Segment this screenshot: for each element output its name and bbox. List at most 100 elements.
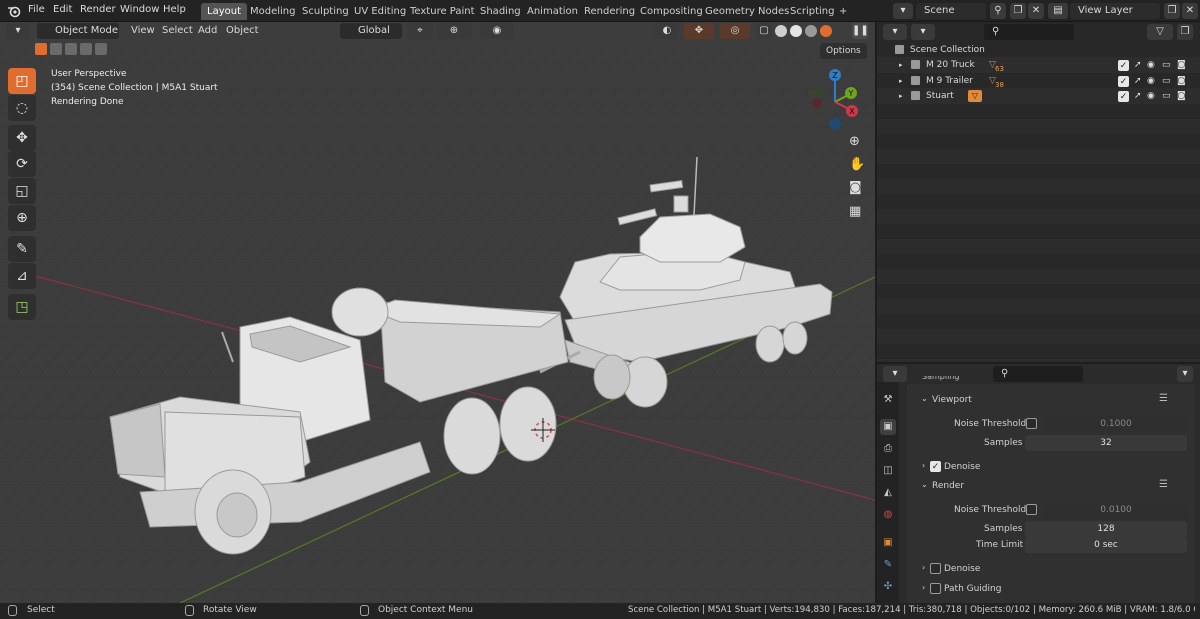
particles-tab-icon[interactable]: ✣ [880, 579, 896, 595]
scale-tool[interactable]: ◱ [8, 178, 36, 204]
selectable-icon[interactable]: ➚ [1134, 57, 1142, 73]
add-workspace-button[interactable]: + [833, 3, 853, 20]
add-cube-tool[interactable]: ◳ [8, 294, 36, 320]
delete-view-layer-icon[interactable]: ✕ [1182, 3, 1198, 19]
render-tab-icon[interactable]: ▣ [880, 419, 896, 435]
output-tab-icon[interactable]: ⎙ [880, 441, 896, 457]
view-layer-icon[interactable]: ▤ [1048, 3, 1068, 19]
transform-tool[interactable]: ⊕ [8, 205, 36, 231]
viewport-samples-field[interactable]: 32 [1025, 435, 1187, 451]
presets-icon[interactable]: ☰ [1159, 479, 1168, 490]
new-scene-icon[interactable]: ❐ [1010, 3, 1026, 19]
properties-editor-type-icon[interactable]: ▾ [883, 366, 907, 382]
cursor-tool[interactable]: ◌ [8, 95, 36, 121]
rendered-shading-icon[interactable] [820, 25, 832, 37]
tab-modeling[interactable]: Modeling [244, 3, 302, 20]
filter-icon[interactable]: ▽ [1147, 24, 1173, 40]
tab-shading[interactable]: Shading [474, 3, 527, 20]
render-camera-icon[interactable]: ◙ [1177, 88, 1186, 104]
time-limit-field[interactable]: 0 sec [1025, 537, 1187, 553]
render-collapse-icon[interactable]: ⌄ [921, 480, 928, 489]
editor-type-icon[interactable]: ▾ [6, 23, 30, 39]
select-box-tool[interactable]: ◰ [8, 68, 36, 94]
exclude-checkbox[interactable]: ✓ [1118, 60, 1129, 71]
eye-icon[interactable]: ◉ [1147, 73, 1155, 89]
properties-search-input[interactable]: ⚲ [993, 366, 1083, 382]
viewport-denoise-checkbox[interactable]: ✓ [930, 461, 941, 472]
blender-logo-icon[interactable] [7, 4, 21, 18]
menu-window[interactable]: Window [120, 4, 159, 15]
modifier-tab-icon[interactable]: ✎ [880, 557, 896, 573]
select-mode-extend-icon[interactable] [50, 43, 62, 55]
expand-arrow-icon[interactable]: ▸ [899, 88, 903, 104]
world-tab-icon[interactable]: ◍ [880, 507, 896, 523]
tab-texture-paint[interactable]: Texture Paint [404, 3, 481, 20]
render-camera-icon[interactable]: ◙ [1177, 57, 1186, 73]
selectable-icon[interactable]: ➚ [1134, 88, 1142, 104]
zoom-icon[interactable]: ⊕ [849, 134, 860, 149]
tab-geometry-nodes[interactable]: Geometry Nodes [699, 3, 795, 20]
viewport-noise-threshold-field[interactable]: 0.1000 [1045, 416, 1187, 432]
tab-animation[interactable]: Animation [521, 3, 584, 20]
selectable-icon[interactable]: ➚ [1134, 73, 1142, 89]
new-view-layer-icon[interactable]: ❐ [1164, 3, 1180, 19]
material-shading-icon[interactable] [805, 25, 817, 37]
new-collection-icon[interactable]: ❐ [1177, 24, 1193, 40]
proportional-edit-icon[interactable]: ◉ [480, 23, 514, 39]
tab-layout[interactable]: Layout [201, 3, 247, 20]
select-mode-invert-icon[interactable] [80, 43, 92, 55]
exclude-checkbox[interactable]: ✓ [1118, 91, 1129, 102]
viewport-denoise-expand-icon[interactable]: › [922, 461, 925, 470]
viewport-noise-threshold-checkbox[interactable] [1026, 418, 1037, 429]
expand-arrow-icon[interactable]: ▸ [899, 57, 903, 73]
object-tab-icon[interactable]: ▣ [880, 535, 896, 551]
presets-icon[interactable]: ☰ [1159, 393, 1168, 404]
properties-options-icon[interactable]: ▾ [1177, 366, 1193, 382]
tool-tab-icon[interactable]: ⚒ [880, 392, 896, 408]
monitor-icon[interactable]: ▭ [1162, 73, 1171, 89]
select-mode-new-icon[interactable] [35, 43, 47, 55]
menu-file[interactable]: File [28, 4, 45, 15]
wireframe-shading-icon[interactable] [775, 25, 787, 37]
menu-select[interactable]: Select [162, 25, 193, 36]
expand-arrow-icon[interactable]: ▸ [899, 73, 903, 89]
rotate-tool[interactable]: ⟳ [8, 151, 36, 177]
render-noise-threshold-field[interactable]: 0.0100 [1045, 502, 1187, 518]
viewport-collapse-icon[interactable]: ⌄ [921, 394, 928, 403]
render-camera-icon[interactable]: ◙ [1177, 73, 1186, 89]
outliner-search-input[interactable]: ⚲ [984, 24, 1074, 40]
select-mode-intersect-icon[interactable] [95, 43, 107, 55]
snap-icon[interactable]: ⊕ [436, 23, 472, 39]
menu-view[interactable]: View [131, 25, 155, 36]
tab-scripting[interactable]: Scripting [784, 3, 840, 20]
menu-edit[interactable]: Edit [53, 4, 72, 15]
pin-icon[interactable]: ⚲ [990, 3, 1006, 19]
render-denoise-expand-icon[interactable]: › [922, 563, 925, 572]
tab-compositing[interactable]: Compositing [634, 3, 709, 20]
menu-help[interactable]: Help [163, 4, 186, 15]
outliner-row-m20-truck[interactable]: ▸ M 20 Truck ▽ 63 ✓ ➚ ◉ ▭ ◙ [877, 57, 1200, 73]
gizmo-toggle-icon[interactable]: ✥ [684, 23, 714, 39]
xray-icon[interactable]: ▢ [756, 23, 772, 39]
camera-icon[interactable]: ◙ [849, 180, 862, 195]
move-tool[interactable]: ✥ [8, 125, 36, 151]
scene-tab-icon[interactable]: ◭ [880, 485, 896, 501]
tab-uv-editing[interactable]: UV Editing [348, 3, 412, 20]
navigation-gizmo[interactable]: Z Y X [805, 66, 865, 136]
outliner-row-scene-collection[interactable]: Scene Collection [877, 42, 1200, 58]
menu-render[interactable]: Render [80, 4, 116, 15]
view-layer-tab-icon[interactable]: ◫ [880, 463, 896, 479]
menu-add[interactable]: Add [198, 25, 217, 36]
hand-icon[interactable]: ✋ [849, 157, 865, 172]
scene-icon[interactable]: ▾ [893, 3, 913, 19]
overlays-icon[interactable]: ◎ [720, 23, 750, 39]
path-guiding-checkbox[interactable] [930, 583, 941, 594]
monitor-icon[interactable]: ▭ [1162, 88, 1171, 104]
measure-tool[interactable]: ⊿ [8, 263, 36, 289]
3d-viewport[interactable]: ▾ Object Mode View Select Add Object Glo… [0, 22, 875, 603]
monitor-icon[interactable]: ▭ [1162, 57, 1171, 73]
orientation-selector[interactable]: Global [340, 23, 402, 39]
path-guiding-expand-icon[interactable]: › [922, 583, 925, 592]
solid-shading-icon[interactable] [790, 25, 802, 37]
visibility-icon[interactable]: ◐ [655, 23, 679, 39]
